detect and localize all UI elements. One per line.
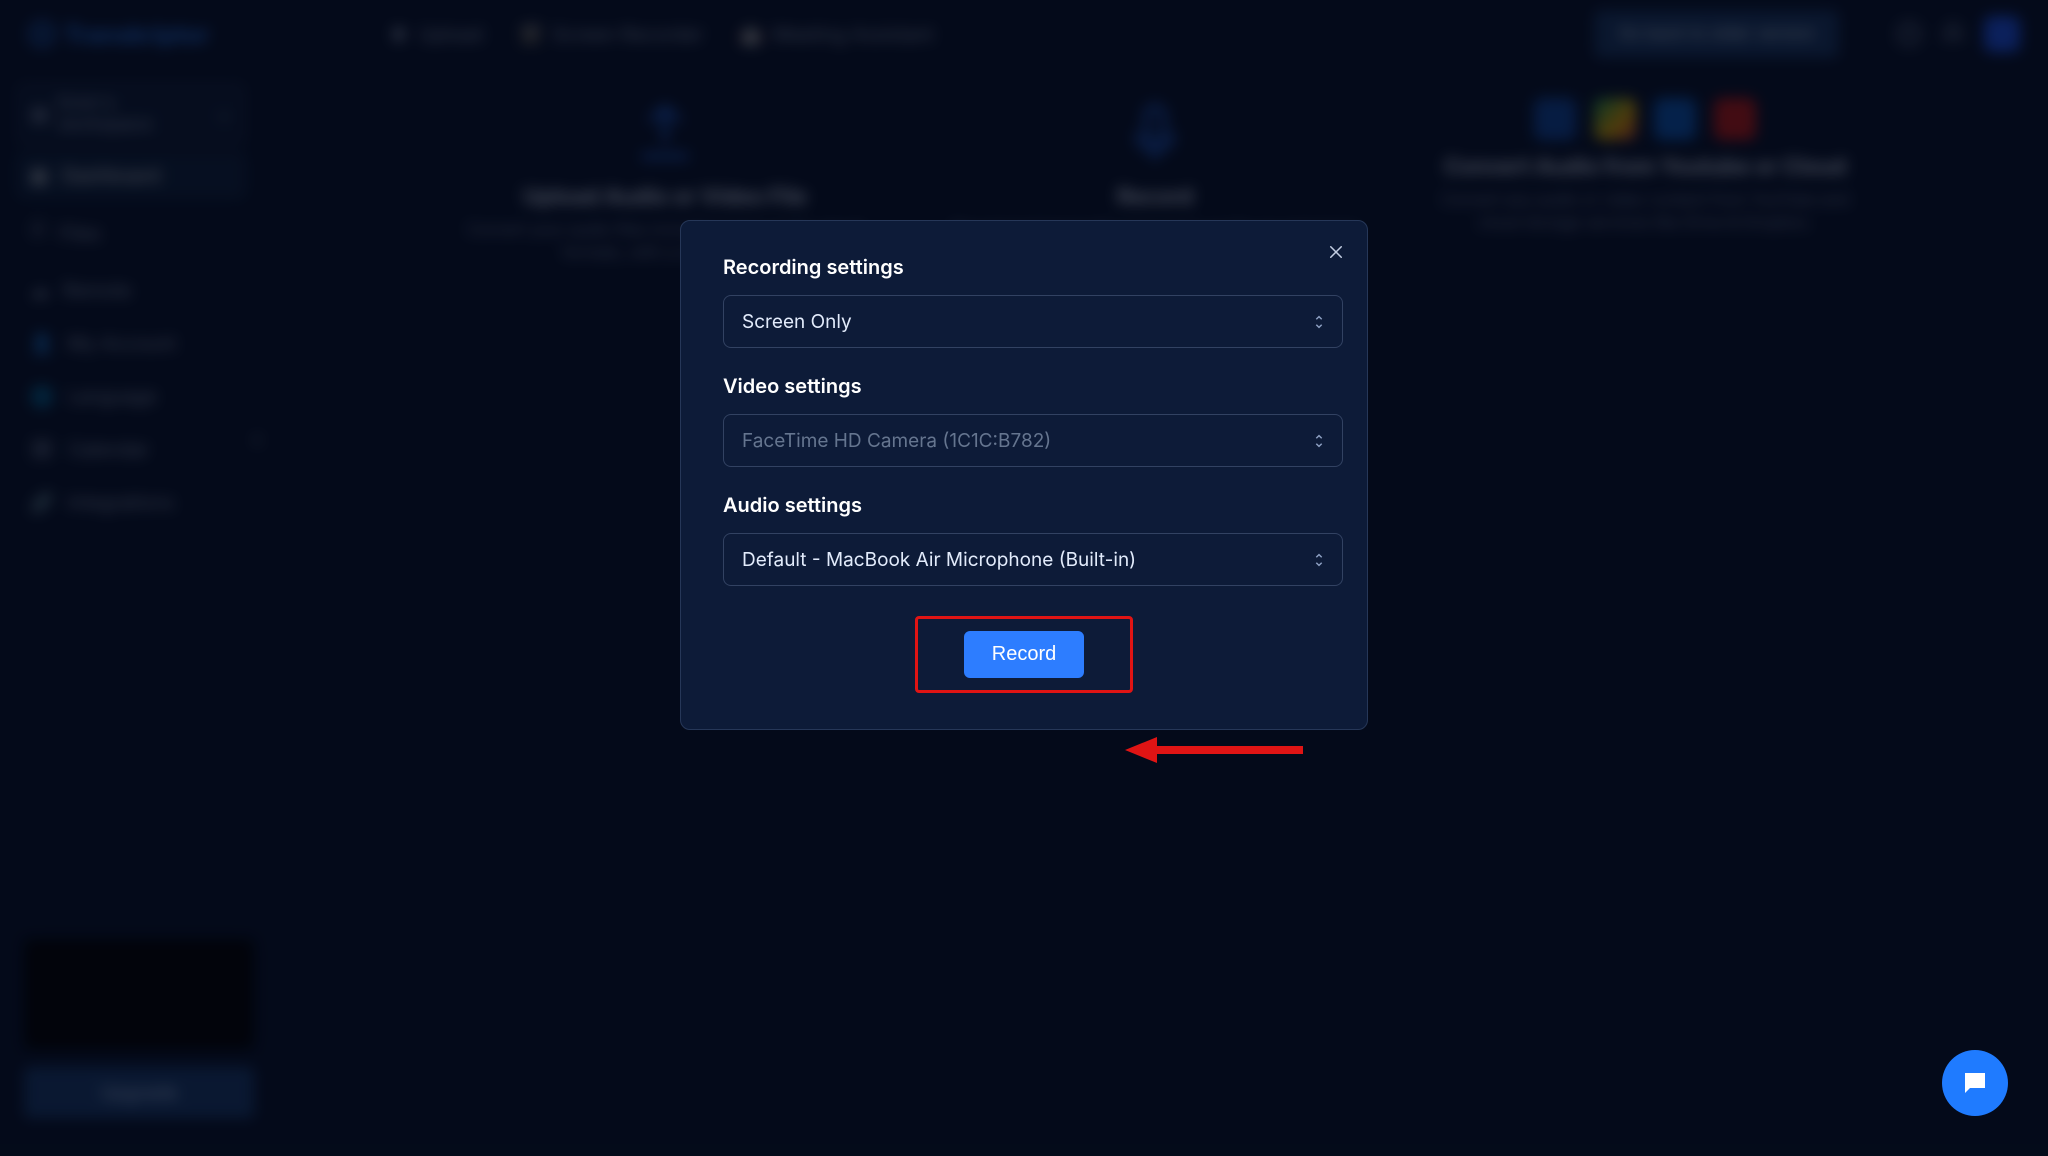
audio-device-select[interactable]: Default - MacBook Air Microphone (Built-… [723, 533, 1343, 586]
video-device-value: FaceTime HD Camera (1C1C:B782) [742, 429, 1051, 452]
annotation-highlight-box: Record [915, 616, 1133, 693]
recording-mode-value: Screen Only [742, 310, 852, 333]
chat-fab[interactable] [1942, 1050, 2008, 1116]
chat-icon [1960, 1068, 1990, 1098]
record-button-label: Record [992, 643, 1056, 665]
video-device-select[interactable]: FaceTime HD Camera (1C1C:B782) [723, 414, 1343, 467]
record-button[interactable]: Record [964, 631, 1084, 678]
select-chevron-icon [1312, 313, 1326, 331]
close-icon [1327, 243, 1345, 261]
section-video-label: Video settings [723, 374, 1325, 398]
section-audio-label: Audio settings [723, 493, 1325, 517]
annotation-arrow [1125, 735, 1305, 765]
recording-settings-modal: Recording settings Screen Only Video set… [680, 220, 1368, 730]
select-chevron-icon [1312, 551, 1326, 569]
section-recording-label: Recording settings [723, 255, 1325, 279]
recording-mode-select[interactable]: Screen Only [723, 295, 1343, 348]
select-chevron-icon [1312, 432, 1326, 450]
modal-overlay: Recording settings Screen Only Video set… [0, 0, 2048, 1156]
modal-close-button[interactable] [1323, 239, 1349, 265]
audio-device-value: Default - MacBook Air Microphone (Built-… [742, 548, 1136, 571]
